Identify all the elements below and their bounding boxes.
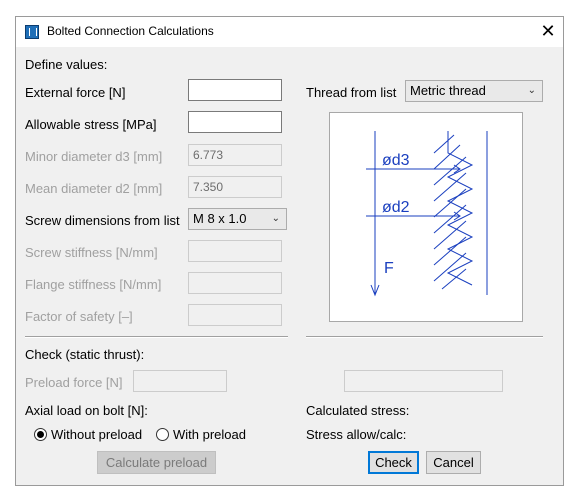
with-preload-radio[interactable]: [156, 428, 169, 441]
define-values-heading: Define values:: [25, 57, 108, 72]
right-divider: [306, 336, 543, 338]
screw-stiffness-field: [188, 240, 282, 262]
mean-diameter-label: Mean diameter d2 [mm]: [25, 181, 163, 196]
preload-force-label: Preload force [N]: [25, 375, 123, 390]
force-label: F: [384, 260, 394, 277]
d2-label: ød2: [382, 199, 410, 216]
left-divider: [25, 336, 288, 338]
with-preload-label: With preload: [173, 427, 246, 442]
flange-stiffness-field: [188, 272, 282, 294]
minor-diameter-label: Minor diameter d3 [mm]: [25, 149, 163, 164]
thread-diagram: ød3 ød2 F: [329, 112, 523, 322]
mean-diameter-field: 7.350: [188, 176, 282, 198]
factor-safety-label: Factor of safety [–]: [25, 309, 133, 324]
without-preload-radio[interactable]: [34, 428, 47, 441]
chevron-down-icon: ⌄: [527, 85, 536, 96]
factor-safety-field: [188, 304, 282, 326]
chevron-down-icon: ⌄: [271, 213, 280, 224]
without-preload-label: Without preload: [51, 427, 143, 442]
external-force-label: External force [N]: [25, 85, 126, 100]
calculated-stress-label: Calculated stress:: [306, 403, 410, 418]
thread-select[interactable]: Metric thread ⌄: [405, 80, 543, 102]
thread-label: Thread from list: [306, 85, 397, 100]
screw-dimensions-select[interactable]: M 8 x 1.0 ⌄: [188, 208, 287, 230]
thread-select-value: Metric thread: [410, 83, 486, 98]
flange-stiffness-label: Flange stiffness [N/mm]: [25, 277, 162, 292]
preload-force-field: [133, 370, 227, 392]
result-field: [344, 370, 503, 392]
window-title: Bolted Connection Calculations: [47, 24, 214, 38]
calculate-preload-button[interactable]: Calculate preload: [97, 451, 216, 474]
allowable-stress-input[interactable]: [188, 111, 282, 133]
allowable-stress-label: Allowable stress [MPa]: [25, 117, 157, 132]
cancel-button[interactable]: Cancel: [426, 451, 481, 474]
bolted-connection-window: Bolted Connection Calculations ✕ Define …: [15, 16, 564, 486]
check-button[interactable]: Check: [368, 451, 419, 474]
app-icon: [25, 25, 39, 39]
d3-label: ød3: [382, 152, 410, 169]
axial-load-label: Axial load on bolt [N]:: [25, 403, 148, 418]
external-force-input[interactable]: [188, 79, 282, 101]
screw-dimensions-label: Screw dimensions from list: [25, 213, 180, 228]
thread-diagram-svg: ød3 ød2 F: [366, 131, 488, 297]
close-button[interactable]: ✕: [533, 17, 563, 47]
stress-ratio-label: Stress allow/calc:: [306, 427, 407, 442]
minor-diameter-field: 6.773: [188, 144, 282, 166]
check-section-heading: Check (static thrust):: [25, 347, 145, 362]
screw-dimensions-value: M 8 x 1.0: [193, 211, 247, 226]
title-bar: Bolted Connection Calculations ✕: [16, 17, 563, 47]
screw-stiffness-label: Screw stiffness [N/mm]: [25, 245, 158, 260]
